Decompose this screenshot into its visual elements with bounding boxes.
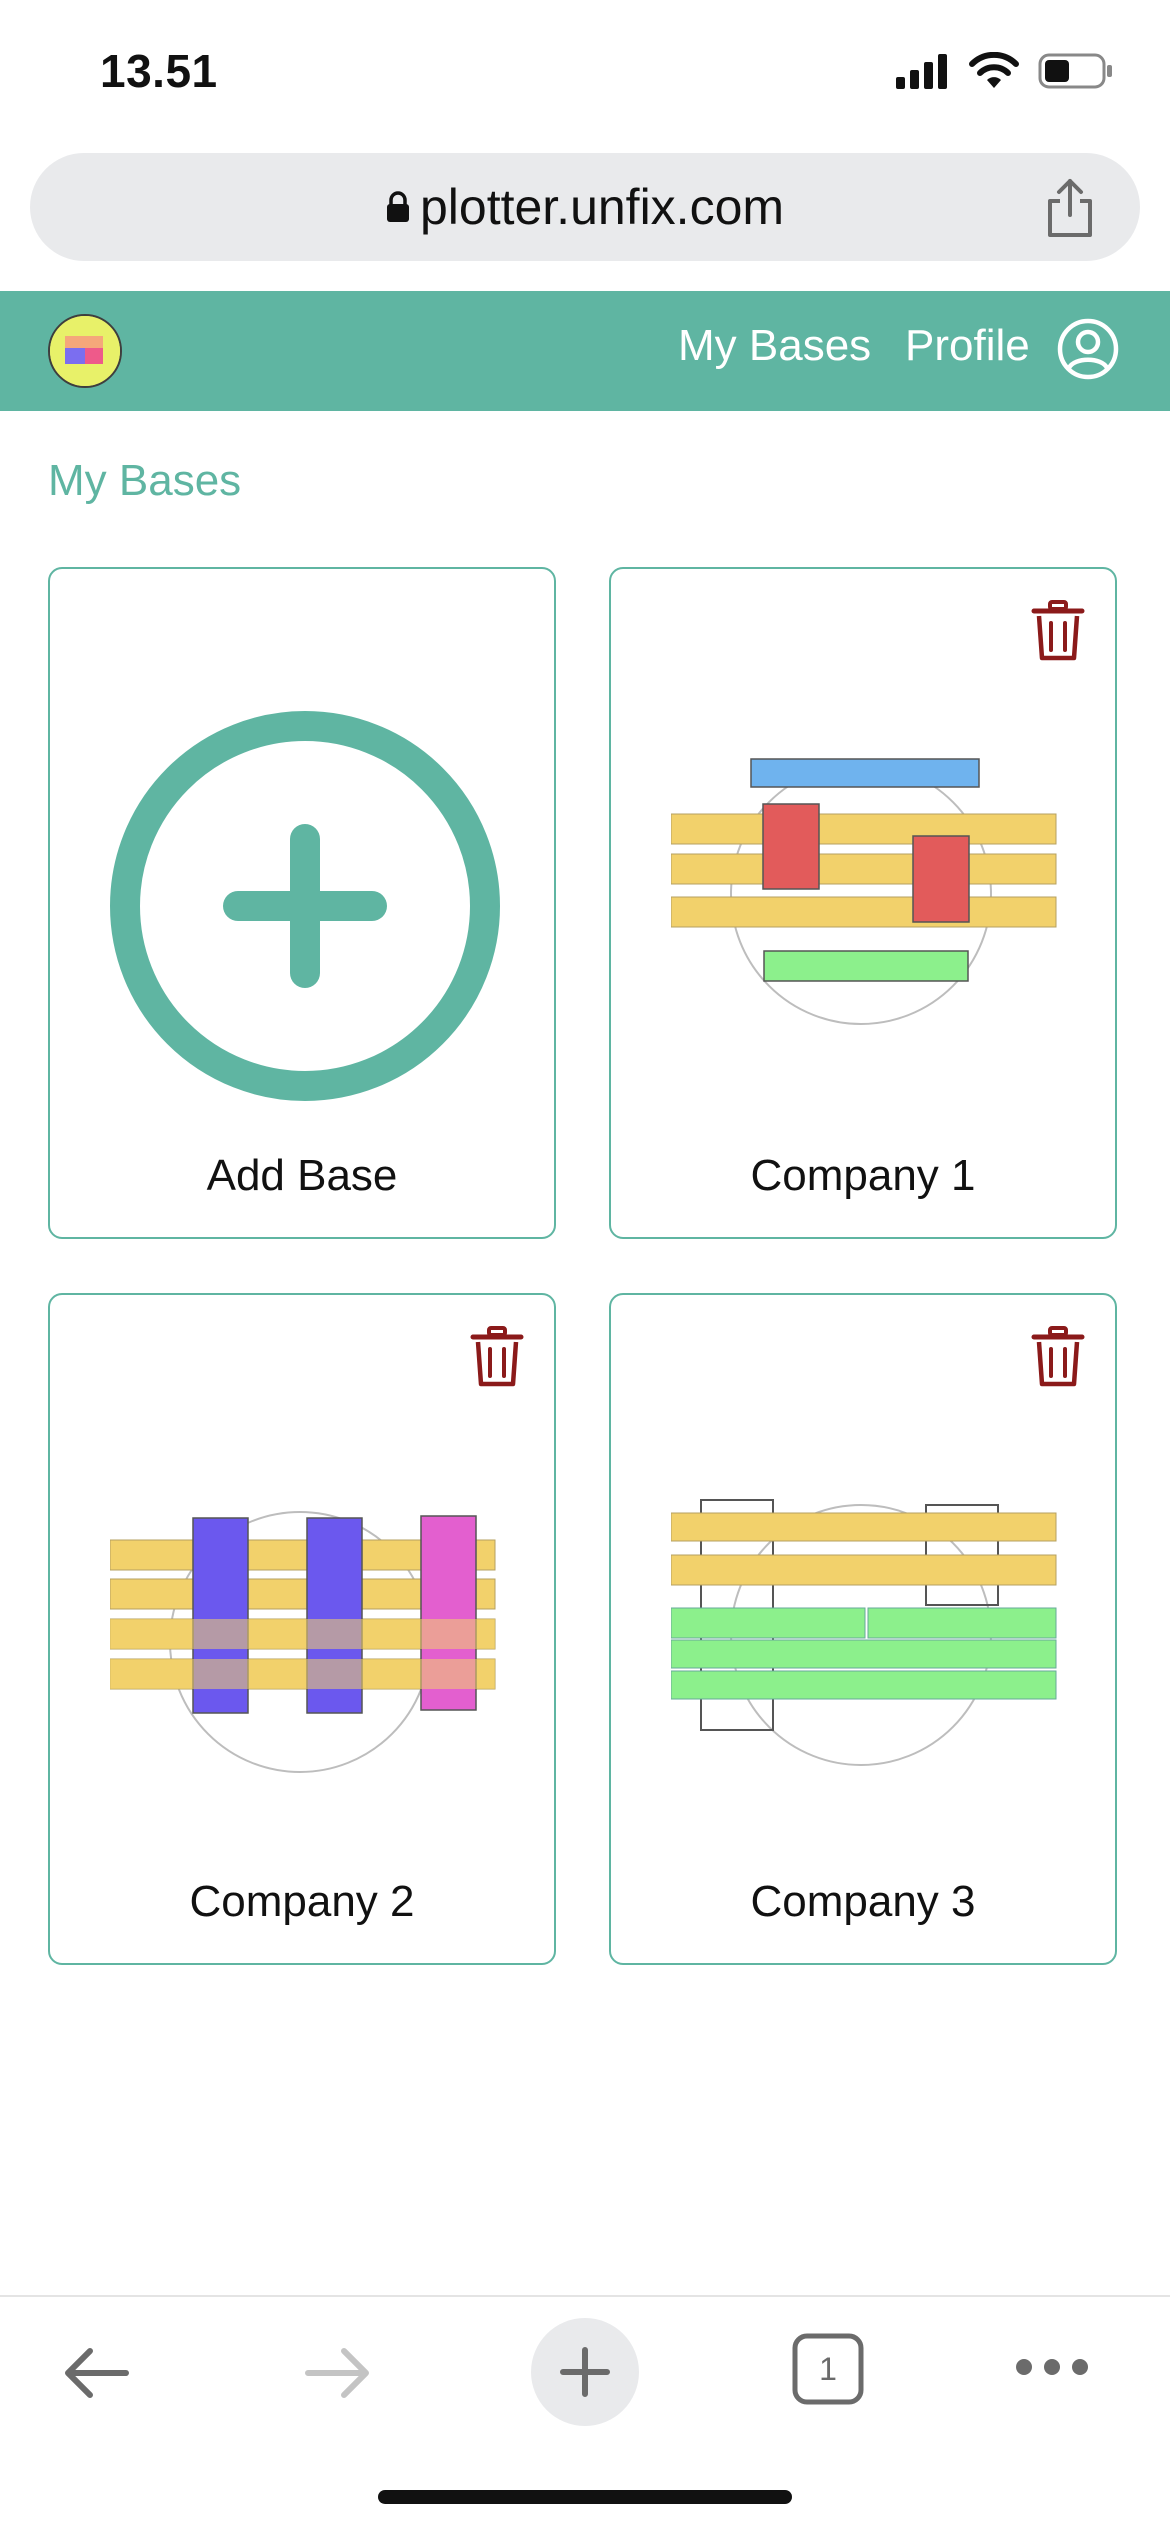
status-icons [894,52,1114,90]
base-card-company-1[interactable]: Company 1 [609,567,1117,1239]
card-label: Company 2 [189,1877,415,1926]
battery-icon [1038,53,1112,89]
url-text: plotter.unfix.com [419,179,785,235]
card-label: Company 1 [750,1151,976,1200]
home-indicator[interactable] [378,2490,792,2504]
nav-my-bases[interactable]: My Bases [678,321,871,371]
logo-icon [50,316,120,386]
back-arrow-icon[interactable] [60,2337,132,2409]
page-title: My Bases [48,456,242,505]
user-profile-icon[interactable] [1056,317,1120,381]
add-circle-icon [110,711,500,1101]
base-card-company-3[interactable]: Company 3 [609,1293,1117,1965]
cellular-signal-icon [896,54,947,89]
address-bar[interactable]: plotter.unfix.com [30,153,1140,261]
trash-icon[interactable] [1031,599,1085,663]
status-bar: 13.51 [0,0,1170,150]
trash-icon[interactable] [1031,1325,1085,1389]
lock-icon [386,191,409,222]
base-plot-thumbnail [671,758,1057,1025]
trash-icon[interactable] [470,1325,524,1389]
wifi-icon [969,52,1019,88]
base-card-company-2[interactable]: Company 2 [48,1293,556,1965]
app-logo[interactable] [48,314,122,388]
status-time: 13.51 [100,45,218,97]
url-display[interactable]: plotter.unfix.com [30,153,1140,261]
more-options-icon[interactable] [1014,2347,1090,2387]
base-plot-thumbnail [110,1511,496,1773]
base-plot-thumbnail [671,1499,1057,1766]
nav-profile[interactable]: Profile [905,321,1030,371]
forward-arrow-icon[interactable] [302,2337,374,2409]
tab-count: 1 [819,2350,837,2387]
new-tab-icon[interactable] [530,2317,640,2427]
add-base-card[interactable]: Add Base [48,567,556,1239]
card-label: Add Base [206,1151,398,1200]
share-icon[interactable] [1042,177,1098,239]
app-header: My Bases Profile [0,291,1170,411]
tabs-button[interactable]: 1 [792,2333,864,2405]
card-label: Company 3 [750,1877,976,1926]
